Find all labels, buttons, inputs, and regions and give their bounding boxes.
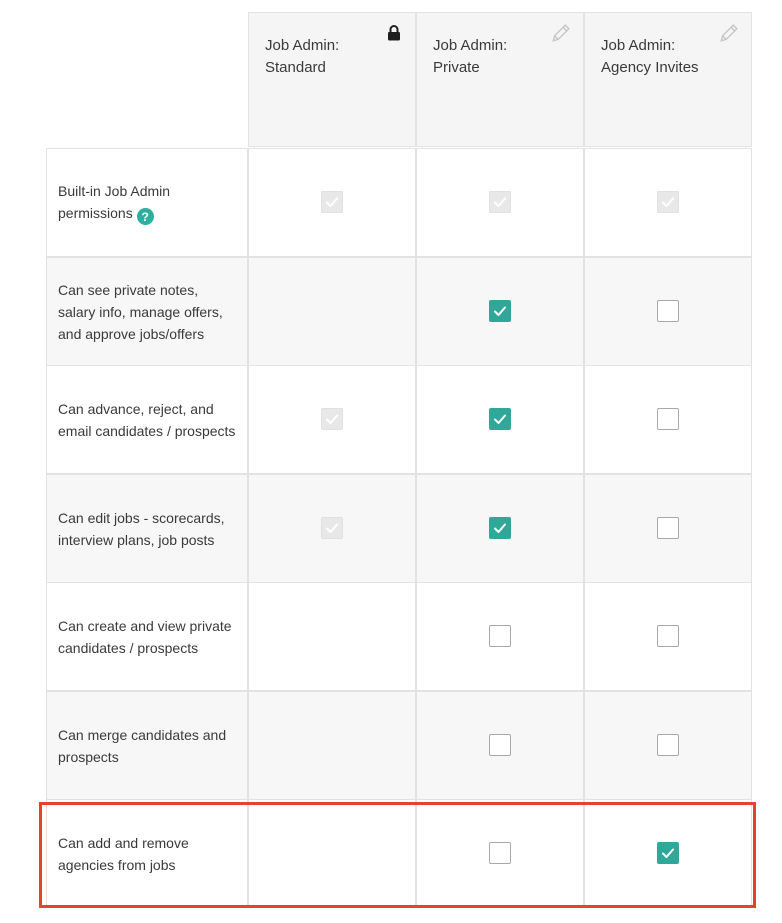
permission-label-cell: Built-in Job Admin permissions?	[46, 148, 248, 257]
permission-cell	[248, 691, 416, 800]
permission-cell	[584, 799, 752, 908]
permission-checkbox[interactable]	[489, 625, 511, 647]
permission-label: Can merge candidates and prospects	[47, 724, 247, 768]
column-title-line2: Agency Invites	[601, 59, 699, 76]
permission-checkbox	[321, 408, 343, 430]
permission-label-text: Can create and view private candidates /…	[58, 617, 232, 656]
permission-cell	[416, 582, 584, 691]
permission-cell	[416, 691, 584, 800]
permission-checkbox	[321, 517, 343, 539]
permission-label: Can see private notes, salary info, mana…	[47, 279, 247, 345]
permission-label-cell: Can add and remove agencies from jobs	[46, 799, 248, 908]
permission-checkbox[interactable]	[657, 734, 679, 756]
permission-cell	[416, 474, 584, 583]
permission-cell	[584, 474, 752, 583]
permission-cell	[248, 257, 416, 366]
column-header-1: Job Admin: Standard	[248, 12, 416, 147]
permission-label-text: Can edit jobs - scorecards, interview pl…	[58, 509, 225, 548]
permission-checkbox[interactable]	[657, 517, 679, 539]
permission-label-text: Can add and remove agencies from jobs	[58, 834, 189, 873]
column-title-line2: Private	[433, 59, 480, 76]
pencil-icon[interactable]	[717, 23, 739, 45]
permission-label-text: Can advance, reject, and email candidate…	[58, 400, 236, 439]
permission-checkbox[interactable]	[657, 300, 679, 322]
permission-checkbox[interactable]	[489, 517, 511, 539]
permission-label-cell: Can merge candidates and prospects	[46, 691, 248, 800]
permission-checkbox[interactable]	[489, 408, 511, 430]
permission-label: Can edit jobs - scorecards, interview pl…	[47, 507, 247, 551]
permission-label-cell: Can create and view private candidates /…	[46, 582, 248, 691]
permission-checkbox	[657, 191, 679, 213]
permission-checkbox[interactable]	[657, 842, 679, 864]
permission-cell	[416, 365, 584, 474]
permission-label-cell: Can see private notes, salary info, mana…	[46, 257, 248, 366]
permission-cell	[248, 799, 416, 908]
permission-label-text: Can merge candidates and prospects	[58, 726, 227, 765]
permission-cell	[584, 257, 752, 366]
permissions-table: Job Admin: Standard Job Admin: Private Job A…	[0, 0, 782, 923]
column-title: Job Admin: Private	[433, 35, 553, 79]
column-title: Job Admin: Agency Invites	[601, 35, 721, 79]
permission-label: Can advance, reject, and email candidate…	[47, 398, 247, 442]
lock-icon	[387, 25, 401, 41]
permission-checkbox[interactable]	[657, 625, 679, 647]
permission-checkbox[interactable]	[657, 408, 679, 430]
column-title: Job Admin: Standard	[265, 35, 385, 79]
help-icon[interactable]: ?	[136, 208, 154, 226]
column-header-3: Job Admin: Agency Invites	[584, 12, 752, 147]
permission-cell	[248, 365, 416, 474]
permission-checkbox[interactable]	[489, 734, 511, 756]
column-title-line1: Job Admin:	[433, 37, 508, 54]
column-header-2: Job Admin: Private	[416, 12, 584, 147]
permission-label: Can create and view private candidates /…	[47, 615, 247, 659]
permission-checkbox[interactable]	[489, 842, 511, 864]
permission-cell	[584, 148, 752, 257]
permission-label-text: Can see private notes, salary info, mana…	[58, 281, 223, 342]
column-title-line2: Standard	[265, 59, 326, 76]
permission-label-cell: Can advance, reject, and email candidate…	[46, 365, 248, 474]
permission-checkbox	[489, 191, 511, 213]
column-title-line1: Job Admin:	[601, 37, 676, 54]
permission-checkbox	[321, 191, 343, 213]
column-title-line1: Job Admin:	[265, 37, 340, 54]
permission-label: Built-in Job Admin permissions?	[47, 180, 247, 226]
permission-cell	[416, 148, 584, 257]
pencil-icon[interactable]	[549, 23, 571, 45]
permission-cell	[584, 691, 752, 800]
permission-cell	[416, 799, 584, 908]
permission-cell	[416, 257, 584, 366]
permission-cell	[248, 582, 416, 691]
permission-checkbox[interactable]	[489, 300, 511, 322]
permission-cell	[248, 474, 416, 583]
permission-cell	[584, 582, 752, 691]
permission-cell	[248, 148, 416, 257]
permission-cell	[584, 365, 752, 474]
permission-label: Can add and remove agencies from jobs	[47, 832, 247, 876]
permission-label-cell: Can edit jobs - scorecards, interview pl…	[46, 474, 248, 583]
